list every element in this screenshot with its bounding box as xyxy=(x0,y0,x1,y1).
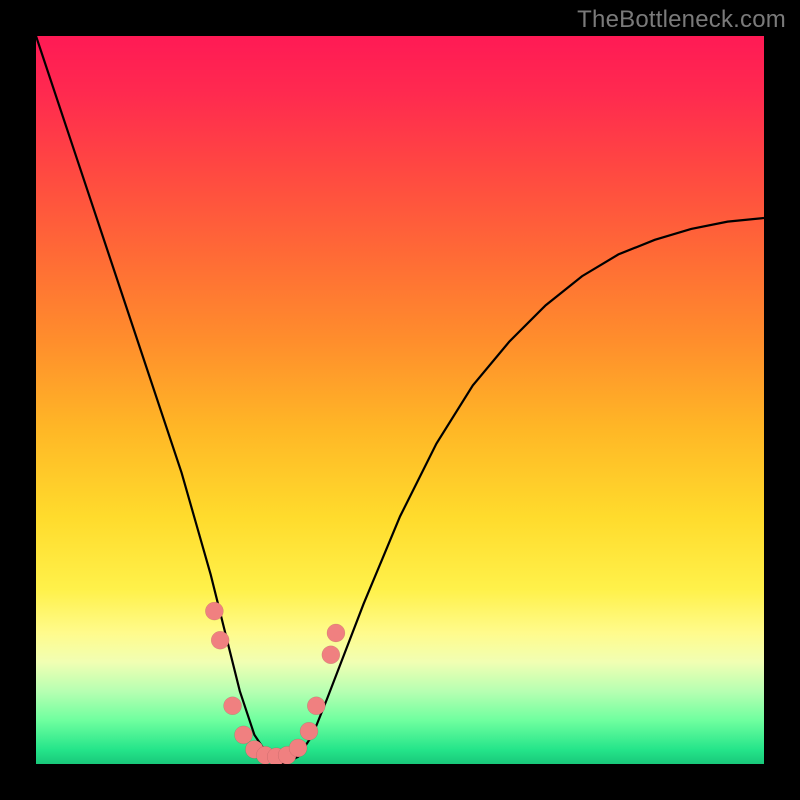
watermark-text: TheBottleneck.com xyxy=(577,6,786,34)
curve-layer xyxy=(36,36,764,764)
marker-bead xyxy=(234,726,252,744)
marker-bead xyxy=(327,624,345,642)
bottleneck-curve xyxy=(36,36,764,764)
chart-frame: TheBottleneck.com xyxy=(0,0,800,800)
marker-bead xyxy=(300,722,318,740)
marker-bead xyxy=(289,739,307,757)
marker-bead xyxy=(205,602,223,620)
marker-bead xyxy=(307,697,325,715)
marker-bead xyxy=(211,631,229,649)
plot-area xyxy=(36,36,764,764)
marker-group xyxy=(205,602,345,764)
marker-bead xyxy=(322,646,340,664)
marker-bead xyxy=(224,697,242,715)
